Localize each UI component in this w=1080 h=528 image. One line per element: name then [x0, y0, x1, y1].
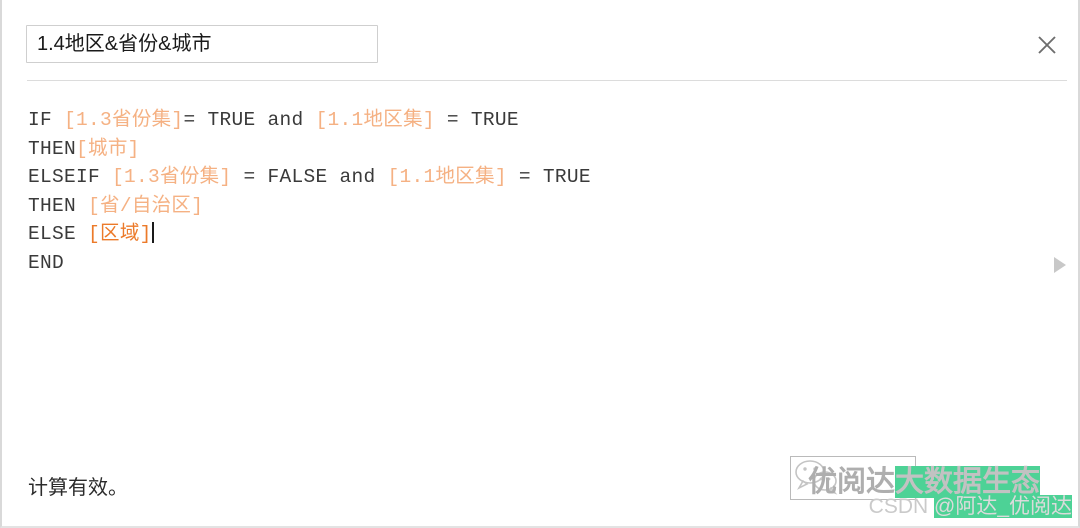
formula-keyword: = TRUE [506, 166, 591, 188]
play-triangle-icon[interactable] [1052, 256, 1068, 274]
field-reference: [区域] [88, 223, 152, 245]
calculated-field-dialog: 1.4地区&省份&城市 IF [1.3省份集]= TRUE and [1.1地区… [0, 0, 1080, 528]
formula-keyword: = FALSE and [231, 166, 388, 188]
formula-keyword: = TRUE and [183, 109, 316, 131]
watermark-brand: 优阅达大数据生态 [808, 458, 1041, 500]
formula-keyword: IF [28, 109, 65, 131]
qr-code-frame [790, 456, 916, 500]
field-reference: [城市] [76, 137, 140, 160]
watermark-brand-highlight: 大数据生态 [895, 466, 1041, 498]
formula-keyword: THEN [28, 194, 89, 217]
formula-keyword: ELSE [28, 223, 89, 245]
header-divider [27, 80, 1067, 81]
formula-editor[interactable]: IF [1.3省份集]= TRUE and [1.1地区集] = TRUE TH… [2, 98, 1078, 438]
wechat-icon [794, 459, 840, 495]
close-icon[interactable] [1030, 28, 1064, 62]
watermark-csdn-handle: @阿达_优阅达 [934, 495, 1072, 518]
formula-code[interactable]: IF [1.3省份集]= TRUE and [1.1地区集] = TRUE TH… [28, 106, 591, 277]
formula-keyword: = TRUE [434, 109, 519, 131]
watermark-csdn-prefix: CSDN [868, 495, 934, 518]
formula-keyword: ELSEIF [28, 166, 113, 188]
calculation-name-input[interactable]: 1.4地区&省份&城市 [26, 25, 378, 63]
formula-keyword: THEN [28, 137, 77, 160]
field-reference: [1.1地区集] [315, 109, 435, 131]
field-reference: [1.3省份集] [112, 166, 232, 188]
watermark-credit: CSDN @阿达_优阅达 [869, 490, 1072, 520]
field-reference: [1.1地区集] [387, 166, 507, 188]
csdn-watermark: 优阅达大数据生态 CSDN @阿达_优阅达 [778, 448, 1078, 524]
watermark-brand-prefix: 优阅达 [808, 466, 896, 498]
dialog-footer: 计算有效。 优阅达大数据生态 CSDN @阿达_优阅达 [2, 436, 1078, 526]
status-message: 计算有效。 [28, 477, 128, 499]
formula-keyword: END [28, 251, 65, 274]
field-reference: [1.3省份集] [64, 109, 184, 131]
dialog-header: 1.4地区&省份&城市 [2, 0, 1078, 81]
field-reference: [省/自治区] [88, 194, 204, 217]
text-cursor [151, 222, 154, 243]
